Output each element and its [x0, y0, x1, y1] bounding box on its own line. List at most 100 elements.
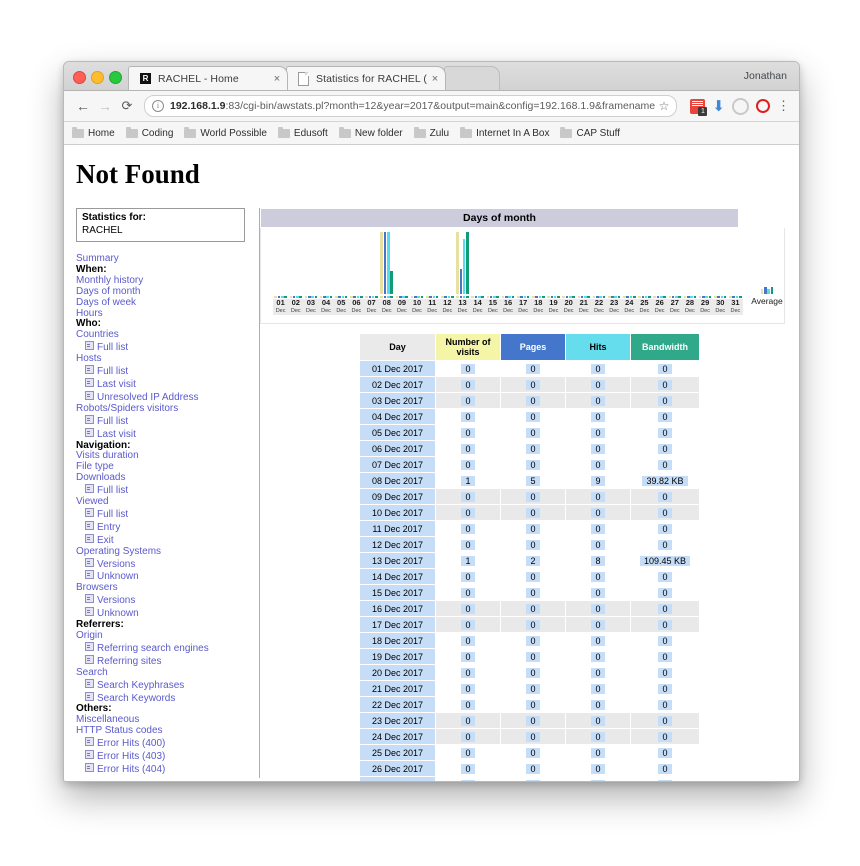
cell-visits: 0	[435, 776, 501, 781]
site-info-icon[interactable]: i	[152, 100, 164, 112]
column-header-pages[interactable]: Pages	[500, 333, 566, 361]
reload-icon[interactable]: ⟳	[116, 98, 138, 114]
sidebar-item-versions[interactable]: Versions	[76, 594, 249, 607]
opera-icon[interactable]	[756, 99, 770, 113]
tick-month: Dec	[500, 307, 516, 315]
cell-pages: 0	[500, 376, 566, 393]
nav-item-label: Visits duration	[76, 450, 139, 462]
profile-circle-icon[interactable]	[732, 97, 749, 115]
sidebar-item-full-list[interactable]: Full list	[76, 365, 249, 378]
cell-visits: 0	[435, 616, 501, 633]
nav-item-label: Search Keyphrases	[97, 679, 185, 691]
cell-value: 0	[591, 651, 605, 662]
window-close-button[interactable]	[73, 71, 86, 84]
sidebar-item-search-keyphrases[interactable]: Search Keyphrases	[76, 678, 249, 692]
tab-statistics-for-rachel[interactable]: Statistics for RACHEL (2017-12 ×	[286, 66, 446, 90]
url-host: 192.168.1.9	[170, 100, 226, 112]
bookmark-item[interactable]: Zulu	[413, 126, 449, 139]
folder-icon	[413, 126, 426, 138]
cell-value: 0	[461, 539, 475, 550]
sidebar-item-full-list[interactable]: Full list	[76, 341, 249, 354]
url-path: :83/cgi-bin/awstats.pl?month=12&year=201…	[225, 100, 655, 112]
sidebar-item-error-hits-404[interactable]: Error Hits (404)	[76, 762, 249, 776]
window-maximize-button[interactable]	[109, 71, 122, 84]
download-icon[interactable]: ⬇	[712, 99, 725, 114]
table-row: 11 Dec 2017 0 0 0 0	[359, 520, 700, 537]
average-label: Average	[751, 296, 783, 306]
nav-item-label: Days of month	[76, 285, 141, 297]
column-header-hits[interactable]: Hits	[565, 333, 631, 361]
sidebar-item-hosts[interactable]: Hosts	[76, 353, 249, 365]
sidebar-item-http-status-codes[interactable]: HTTP Status codes	[76, 725, 249, 737]
sidebar-item-origin[interactable]: Origin	[76, 630, 249, 642]
tick-month: Dec	[485, 307, 501, 315]
sidebar-item-entry[interactable]: Entry	[76, 520, 249, 534]
sidebar-item-full-list[interactable]: Full list	[76, 507, 249, 521]
sidebar-item-hours[interactable]: Hours	[76, 308, 249, 320]
cell-hits: 0	[565, 376, 631, 393]
sidebar-item-countries[interactable]: Countries	[76, 329, 249, 341]
cell-hits: 0	[565, 600, 631, 617]
tick-month: Dec	[682, 307, 698, 315]
cell-value: 0	[658, 379, 672, 390]
cell-visits: 0	[435, 760, 501, 777]
bookmark-star-icon[interactable]: ☆	[659, 99, 670, 113]
extension-icon[interactable]: 1	[690, 98, 708, 116]
table-row: 26 Dec 2017 0 0 0 0	[359, 760, 700, 777]
profile-name[interactable]: Jonathan	[744, 70, 787, 82]
close-icon[interactable]: ×	[269, 73, 285, 85]
column-header-visits[interactable]: Number of visits	[435, 333, 501, 361]
sidebar-item-error-hits-400[interactable]: Error Hits (400)	[76, 737, 249, 750]
cell-value: 0	[526, 779, 540, 781]
sidebar-item-downloads[interactable]: Downloads	[76, 472, 249, 484]
expand-icon	[85, 750, 94, 760]
cell-pages: 0	[500, 520, 566, 537]
address-bar[interactable]: i 192.168.1.9:83/cgi-bin/awstats.pl?mont…	[144, 95, 678, 117]
bookmark-item[interactable]: CAP Stuff	[560, 126, 620, 139]
bookmark-item[interactable]: Coding	[125, 126, 173, 139]
tab-rachel-home[interactable]: R RACHEL - Home ×	[128, 66, 288, 90]
new-tab-button[interactable]	[444, 66, 500, 90]
cell-value: 0	[658, 411, 672, 422]
column-header-bandwidth[interactable]: Bandwidth	[630, 333, 700, 361]
nav-item-label: Navigation:	[76, 439, 131, 451]
cell-value: 0	[591, 459, 605, 470]
cell-value: 0	[526, 667, 540, 678]
sidebar-item-versions[interactable]: Versions	[76, 557, 249, 571]
nav-item-label: Referring search engines	[97, 642, 209, 654]
tick-day: 04	[318, 298, 334, 308]
tick-month: Dec	[636, 307, 653, 315]
sidebar-item-full-list[interactable]: Full list	[76, 414, 249, 428]
sidebar-item-viewed[interactable]: Viewed	[76, 496, 249, 508]
cell-value: 0	[591, 587, 605, 598]
sidebar-item-error-hits-403[interactable]: Error Hits (403)	[76, 750, 249, 763]
sidebar-item-search[interactable]: Search	[76, 667, 249, 679]
sidebar-item-referring-search-engines[interactable]: Referring search engines	[76, 641, 249, 655]
mini-bar-bandwidth	[708, 296, 712, 298]
column-header-day[interactable]: Day	[359, 333, 436, 361]
tick-day: 15	[485, 298, 501, 308]
expand-icon	[85, 737, 94, 747]
tick-month: Dec	[606, 307, 622, 315]
chart-x-tick: 31 Dec	[727, 294, 743, 315]
close-icon[interactable]: ×	[427, 73, 443, 85]
bookmark-item[interactable]: Home	[72, 126, 115, 139]
sidebar-item-browsers[interactable]: Browsers	[76, 582, 249, 594]
cell-hits: 0	[565, 440, 631, 457]
cell-visits: 0	[435, 456, 501, 473]
cell-value: 0	[461, 747, 475, 758]
window-minimize-button[interactable]	[91, 71, 104, 84]
chart-plot-area: 01 Dec 02 Dec 03 Dec 04 Dec 05 Dec 06 Dec 07 Dec 08 Dec…	[260, 228, 785, 324]
sidebar-item-last-visit[interactable]: Last visit	[76, 377, 249, 391]
bookmark-item[interactable]: Edusoft	[277, 126, 328, 139]
bookmark-item[interactable]: New folder	[338, 126, 403, 139]
tick-month: Dec	[363, 307, 380, 315]
bookmark-item[interactable]: Internet In A Box	[460, 126, 549, 139]
sidebar-item-robots-spiders-visitors[interactable]: Robots/Spiders visitors	[76, 403, 249, 415]
sidebar-item-operating-systems[interactable]: Operating Systems	[76, 546, 249, 558]
expand-icon	[85, 377, 94, 387]
bookmark-item[interactable]: World Possible	[184, 126, 267, 139]
chrome-menu-icon[interactable]: ⋮	[777, 98, 790, 114]
nav-item-label: Summary	[76, 253, 119, 264]
back-icon[interactable]: ←	[72, 98, 94, 114]
